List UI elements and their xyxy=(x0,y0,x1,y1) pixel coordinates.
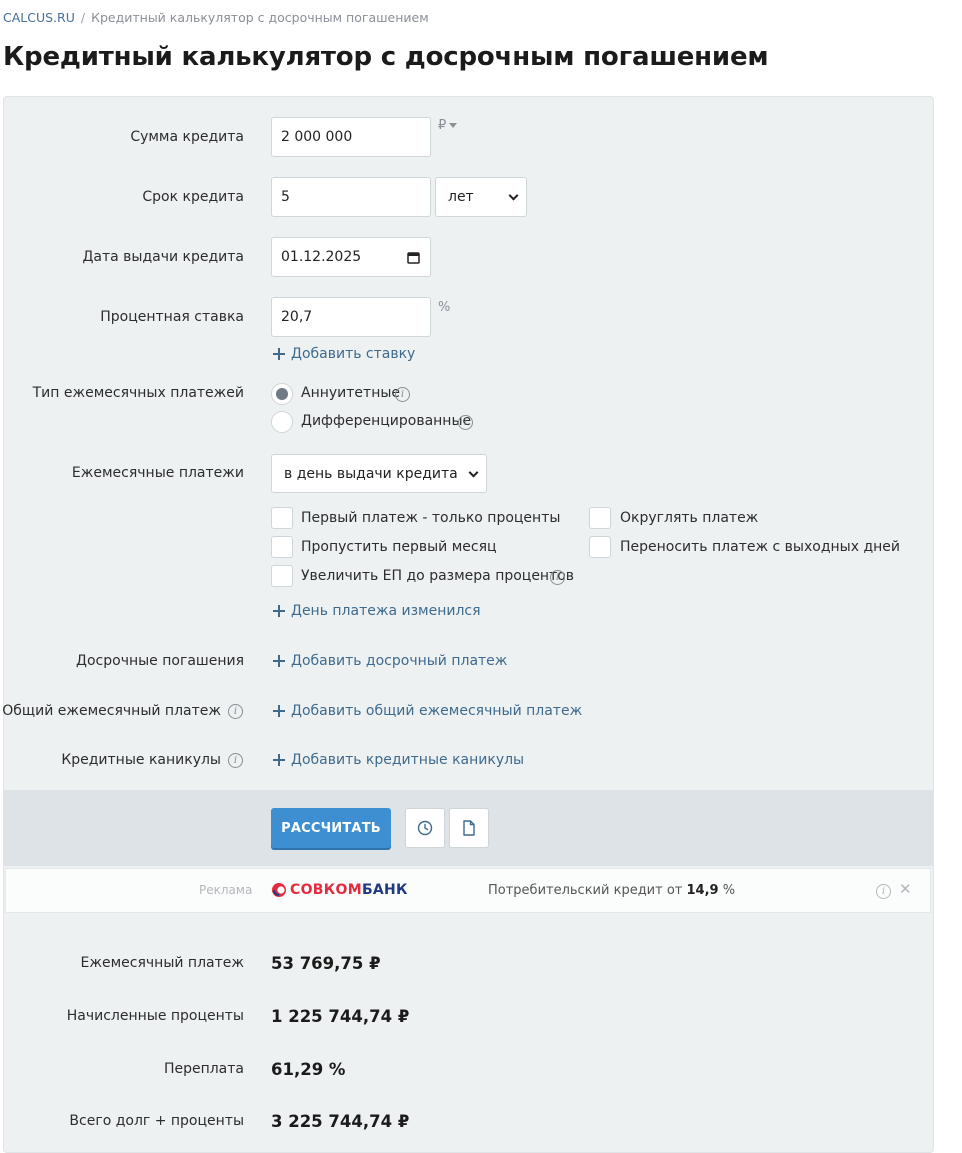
add-rate-link[interactable]: Добавить ставку xyxy=(273,346,415,362)
radio-annuity[interactable] xyxy=(271,383,293,405)
radio-differentiated[interactable] xyxy=(271,411,293,433)
currency-select[interactable]: ₽ xyxy=(438,118,458,133)
plus-icon xyxy=(273,605,285,617)
checkbox-increase-payment-label[interactable]: Увеличить ЕП до размера процентов xyxy=(301,568,574,584)
add-common-payment-label: Добавить общий ежемесячный платеж xyxy=(291,703,583,719)
breadcrumb-current: Кредитный калькулятор с досрочным погаше… xyxy=(91,10,429,25)
result-overpayment-label: Переплата xyxy=(163,1061,244,1077)
result-interest-label: Начисленные проценты xyxy=(66,1008,244,1024)
ad-text: Потребительский кредит от 14,9 % xyxy=(488,883,735,898)
checkbox-round-payment[interactable] xyxy=(589,507,611,529)
clock-icon xyxy=(417,820,433,836)
issue-date-value: 01.12.2025 xyxy=(281,249,362,265)
ad-rate: 14,9 xyxy=(686,883,719,898)
issue-date-label: Дата выдачи кредита xyxy=(82,249,244,265)
breadcrumb-home-link[interactable]: CALCUS.RU xyxy=(3,10,75,25)
checkbox-first-interest-only-label[interactable]: Первый платеж - только проценты xyxy=(301,510,560,526)
result-total-label: Всего долг + проценты xyxy=(69,1113,244,1129)
checkbox-move-weekend-label[interactable]: Переносить платеж с выходных дней xyxy=(620,539,900,555)
checkbox-skip-first-month-label[interactable]: Пропустить первый месяц xyxy=(301,539,497,555)
currency-label: ₽ xyxy=(438,118,447,133)
info-icon[interactable]: i xyxy=(228,704,243,719)
add-holidays-link[interactable]: Добавить кредитные каникулы xyxy=(273,752,524,768)
checkbox-skip-first-month[interactable] xyxy=(271,536,293,558)
term-unit-select[interactable]: лет xyxy=(435,177,527,217)
close-icon[interactable]: ✕ xyxy=(899,880,912,898)
payment-type-label: Тип ежемесячных платежей xyxy=(32,385,244,401)
logo-text-part2: БАНК xyxy=(361,882,408,898)
info-icon[interactable]: i xyxy=(458,415,473,430)
ad-banner[interactable] xyxy=(5,868,931,913)
payment-day-changed-label: День платежа изменился xyxy=(291,603,481,619)
info-icon[interactable]: i xyxy=(550,570,565,585)
result-monthly-label: Ежемесячный платеж xyxy=(80,955,244,971)
plus-icon xyxy=(273,348,285,360)
history-button[interactable] xyxy=(405,808,445,848)
info-icon[interactable]: i xyxy=(395,387,410,402)
breadcrumb-separator: / xyxy=(80,10,86,25)
amount-input[interactable]: 2 000 000 xyxy=(271,117,431,157)
document-icon xyxy=(463,820,475,836)
rate-unit: % xyxy=(438,300,451,315)
monthly-payments-label: Ежемесячные платежи xyxy=(71,465,244,481)
rate-input[interactable]: 20,7 xyxy=(271,297,431,337)
checkbox-round-payment-label[interactable]: Округлять платеж xyxy=(620,510,758,526)
common-payment-label: Общий ежемесячный платеж xyxy=(2,703,221,719)
result-interest-value: 1 225 744,74 ₽ xyxy=(271,1007,410,1026)
plus-icon xyxy=(273,655,285,667)
term-unit-value: лет xyxy=(448,189,474,205)
payment-day-value: в день выдачи кредита xyxy=(284,465,458,482)
term-label: Срок кредита xyxy=(142,189,244,205)
add-rate-label: Добавить ставку xyxy=(291,346,416,362)
add-holidays-label: Добавить кредитные каникулы xyxy=(291,752,525,768)
logo-text-part1: СОВКОМ xyxy=(290,882,362,898)
chevron-down-icon xyxy=(508,190,519,201)
result-monthly-value: 53 769,75 ₽ xyxy=(271,954,381,973)
add-early-payment-link[interactable]: Добавить досрочный платеж xyxy=(273,653,507,669)
calendar-icon[interactable] xyxy=(407,251,420,264)
sovcombank-logo-icon xyxy=(272,883,286,897)
plus-icon xyxy=(273,705,285,717)
payment-day-changed-link[interactable]: День платежа изменился xyxy=(273,603,481,619)
document-button[interactable] xyxy=(449,808,489,848)
add-early-payment-label: Добавить досрочный платеж xyxy=(291,653,508,669)
early-repayments-label: Досрочные погашения xyxy=(76,653,244,669)
add-common-payment-link[interactable]: Добавить общий ежемесячный платеж xyxy=(273,703,582,719)
sovcombank-logo[interactable]: СОВКОМ БАНК xyxy=(271,882,408,898)
term-input[interactable]: 5 xyxy=(271,177,431,217)
info-icon[interactable]: i xyxy=(228,753,243,768)
chevron-down-icon xyxy=(468,467,479,478)
ad-label: Реклама xyxy=(199,883,253,897)
checkbox-first-interest-only[interactable] xyxy=(271,507,293,529)
checkbox-increase-payment[interactable] xyxy=(271,565,293,587)
issue-date-input[interactable]: 01.12.2025 xyxy=(271,237,431,277)
breadcrumb: CALCUS.RU / Кредитный калькулятор с досроч… xyxy=(3,10,429,25)
page-title: Кредитный калькулятор с досрочным погаше… xyxy=(3,42,769,72)
chevron-down-icon xyxy=(449,123,458,128)
ad-rate-unit: % xyxy=(722,883,736,898)
radio-annuity-label[interactable]: Аннуитетные xyxy=(301,385,400,401)
payment-day-select[interactable]: в день выдачи кредита xyxy=(271,454,487,493)
calculate-button[interactable]: РАССЧИТАТЬ xyxy=(271,808,391,848)
result-overpayment-value: 61,29 % xyxy=(271,1060,346,1079)
rate-label: Процентная ставка xyxy=(100,309,244,325)
radio-differentiated-label[interactable]: Дифференцированные xyxy=(301,413,471,429)
info-icon[interactable]: i xyxy=(876,884,891,899)
result-total-value: 3 225 744,74 ₽ xyxy=(271,1112,410,1131)
amount-label: Сумма кредита xyxy=(130,129,244,145)
checkbox-move-weekend[interactable] xyxy=(589,536,611,558)
holidays-label: Кредитные каникулы xyxy=(61,752,221,768)
ad-text-main: Потребительский кредит от xyxy=(488,883,683,898)
plus-icon xyxy=(273,754,285,766)
